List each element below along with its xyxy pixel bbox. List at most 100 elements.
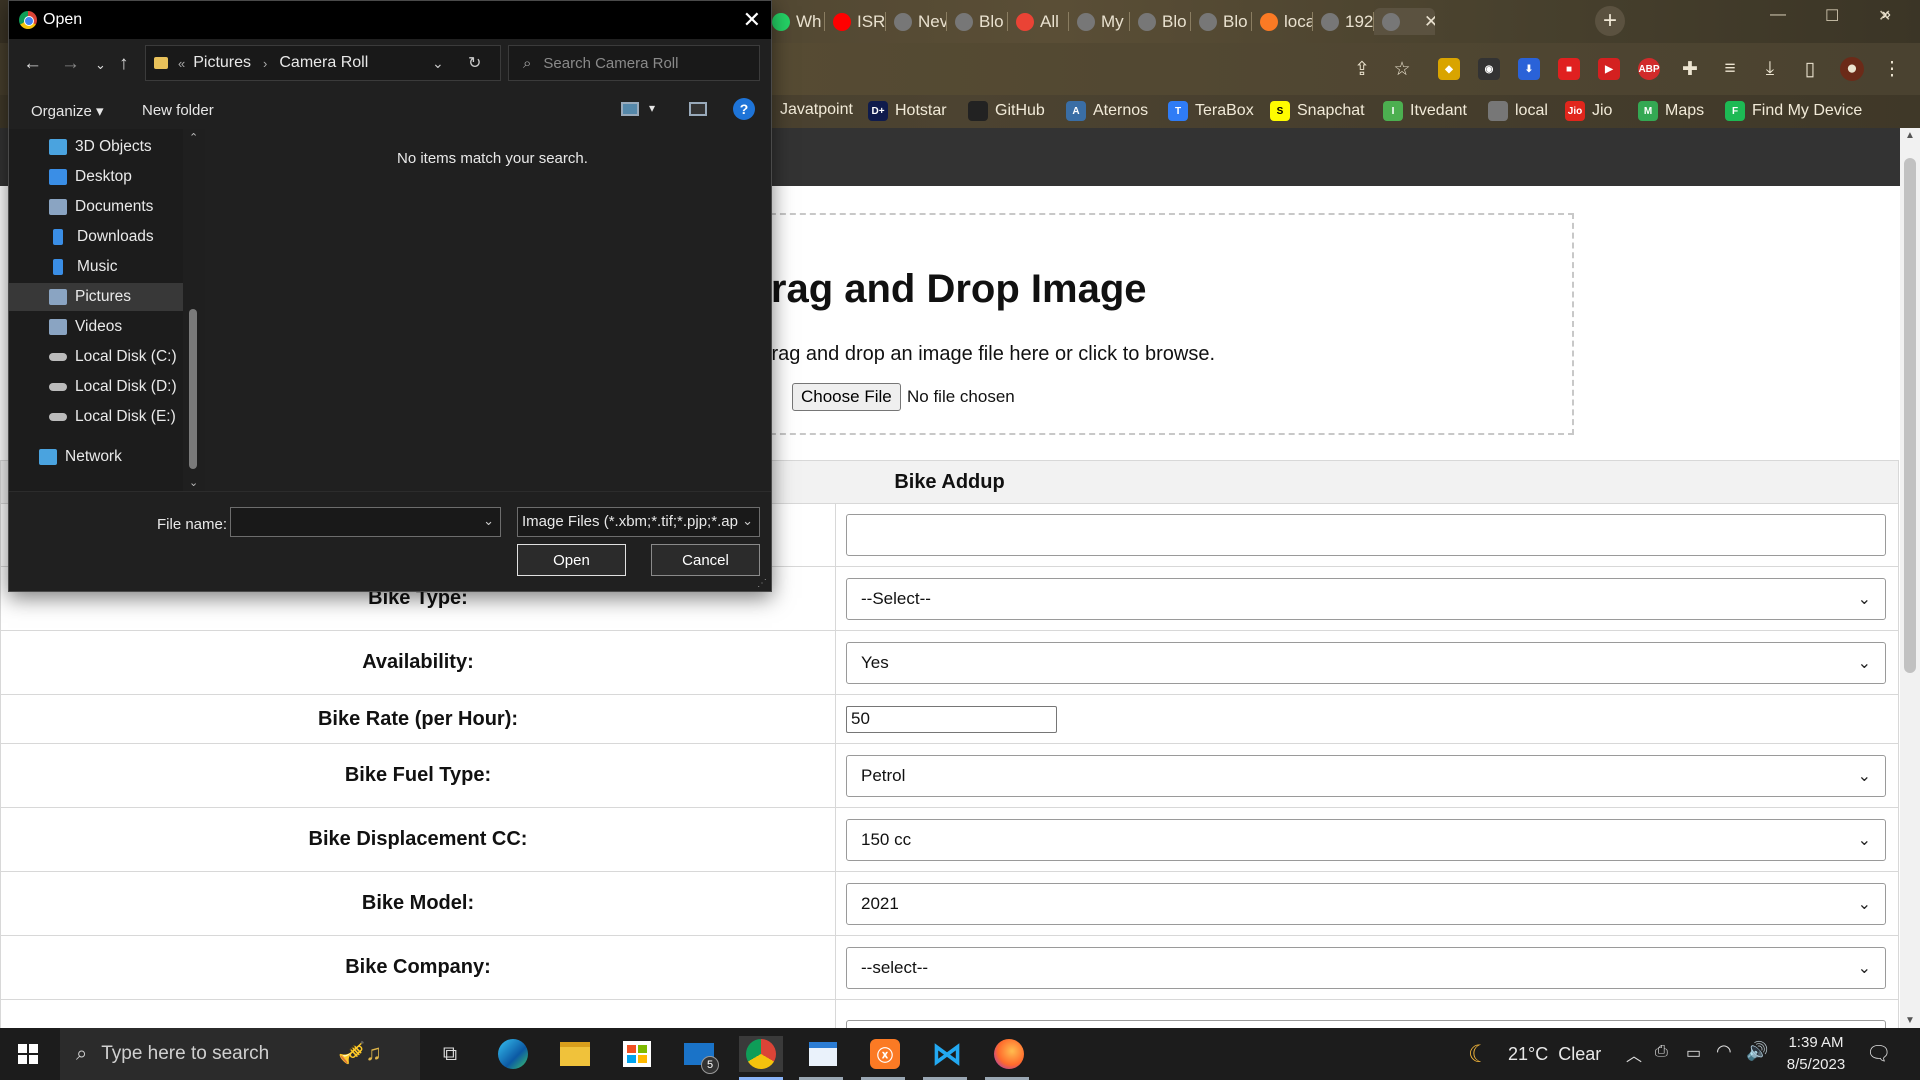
profile-avatar[interactable]: ●	[1840, 57, 1864, 81]
side-panel-icon[interactable]: ▯	[1798, 57, 1822, 81]
organize-menu[interactable]: Organize ▾	[31, 102, 104, 120]
bookmark-star-icon[interactable]: ☆	[1390, 57, 1414, 81]
back-arrow-icon[interactable]: ←	[23, 53, 42, 75]
kebab-menu-icon[interactable]: ⋮	[1880, 57, 1904, 81]
breadcrumb-pictures[interactable]: Pictures	[193, 54, 251, 72]
scrollbar-thumb[interactable]	[1904, 158, 1916, 673]
bookmark-item[interactable]: M Maps	[1638, 101, 1704, 121]
volume-icon[interactable]: 🔊	[1746, 1041, 1768, 1062]
file-explorer-icon[interactable]	[557, 1036, 593, 1072]
bookmark-item[interactable]: GitHub	[968, 101, 1045, 121]
forward-arrow-icon[interactable]: →	[61, 53, 80, 75]
bookmark-item[interactable]: D+ Hotstar	[868, 101, 947, 121]
path-dropdown-chevron-icon[interactable]: ⌄	[432, 55, 444, 72]
edge-icon[interactable]	[495, 1036, 531, 1072]
bike-name-input[interactable]	[846, 514, 1886, 556]
notifications-icon[interactable]: 🗨	[1866, 1041, 1891, 1066]
browser-tab[interactable]: loca	[1252, 8, 1313, 35]
windows-start-icon[interactable]	[18, 1044, 38, 1064]
browser-tab[interactable]: Nev	[886, 8, 947, 35]
nav-item[interactable]: Downloads	[9, 223, 183, 251]
clock-date[interactable]: 8/5/2023	[1776, 1056, 1856, 1073]
help-icon[interactable]: ?	[733, 98, 755, 120]
address-path-bar[interactable]: « Pictures › Camera Roll ⌄ ↻	[145, 45, 501, 81]
bookmark-item[interactable]: Jio Jio	[1565, 101, 1612, 121]
bookmark-item[interactable]: S Snapchat	[1270, 101, 1365, 121]
field-select[interactable]: --Select-- ⌄	[846, 577, 1886, 620]
task-view-icon[interactable]: ⧉	[432, 1036, 468, 1072]
bookmark-item[interactable]: T TeraBox	[1168, 101, 1254, 121]
browser-tab[interactable]: Blo	[1191, 8, 1252, 35]
new-tab-button[interactable]: +	[1595, 6, 1625, 36]
xampp-icon[interactable]: ⓧ	[867, 1036, 903, 1072]
browser-tab[interactable]: All	[1008, 8, 1069, 35]
browser-tab[interactable]: Blo	[947, 8, 1008, 35]
view-options-icon[interactable]	[621, 102, 639, 116]
nav-item[interactable]: Desktop	[9, 163, 183, 191]
nav-item[interactable]: Local Disk (C:)	[9, 343, 183, 371]
dialog-search-box[interactable]: ⌕ Search Camera Roll	[508, 45, 760, 81]
page-scrollbar[interactable]: ▲ ▼	[1900, 128, 1920, 1028]
bookmark-item[interactable]: F Find My Device	[1725, 101, 1862, 121]
extension-icon[interactable]: ■	[1558, 58, 1580, 80]
mail-icon[interactable]: 5	[681, 1036, 719, 1074]
resize-grip-icon[interactable]: ⋰	[757, 578, 767, 589]
browser-tab[interactable]: ✕	[1374, 8, 1435, 35]
nav-item[interactable]: 3D Objects	[9, 133, 183, 161]
recent-locations-chevron-icon[interactable]: ⌄	[95, 57, 106, 73]
browser-tab[interactable]: 192	[1313, 8, 1374, 35]
scrollbar-thumb[interactable]	[189, 309, 197, 469]
field-select[interactable]: --select--⌄	[846, 946, 1886, 989]
image-drop-zone[interactable]: Drag and Drop Image Drag and drop an ima…	[740, 213, 1574, 435]
nav-item[interactable]: Music	[9, 253, 183, 281]
breadcrumb-overflow-icon[interactable]: «	[178, 56, 185, 71]
chrome-taskbar-icon[interactable]	[739, 1036, 783, 1072]
bike-rate-input[interactable]	[846, 705, 1057, 733]
scroll-up-icon[interactable]: ⌃	[189, 131, 198, 144]
file-type-select[interactable]: Image Files (*.xbm;*.tif;*.pjp;*.ap ⌄	[517, 507, 760, 537]
youtube-extension-icon[interactable]: ▶	[1598, 58, 1620, 80]
field-select[interactable]: --select--⌄	[846, 1019, 1886, 1028]
browser-tab[interactable]: Blo	[1130, 8, 1191, 35]
bookmark-item[interactable]: A Aternos	[1066, 101, 1148, 121]
new-folder-button[interactable]: New folder	[142, 102, 214, 119]
extensions-puzzle-icon[interactable]: ✚	[1678, 57, 1702, 81]
browser-tab[interactable]: Wh	[764, 8, 825, 35]
bookmark-item[interactable]: Javatpoint	[780, 101, 853, 119]
chevron-down-icon[interactable]: ⌄	[483, 513, 494, 529]
breadcrumb-camera-roll[interactable]: Camera Roll	[279, 54, 368, 72]
clock-time[interactable]: 1:39 AM	[1776, 1034, 1856, 1051]
vscode-icon[interactable]: ⋈	[929, 1036, 965, 1072]
close-icon[interactable]: ✕	[743, 7, 761, 33]
nav-item[interactable]: Documents	[9, 193, 183, 221]
weather-text[interactable]: 21°C Clear	[1508, 1044, 1601, 1065]
file-name-input[interactable]: ⌄	[230, 507, 501, 537]
taskbar-search-box[interactable]: ⌕ Type here to search 🎺♫	[60, 1028, 420, 1080]
extension-icon[interactable]: ◆	[1438, 58, 1460, 80]
field-select[interactable]: 2021 ⌄	[846, 882, 1886, 925]
firefox-icon[interactable]	[991, 1036, 1027, 1072]
more-bookmarks-icon[interactable]: »	[1882, 6, 1891, 24]
battery-icon[interactable]: ▭	[1686, 1043, 1701, 1063]
view-dropdown-chevron-icon[interactable]: ▾	[649, 101, 655, 115]
nav-item[interactable]: Local Disk (E:)	[9, 403, 183, 431]
refresh-icon[interactable]: ↻	[468, 53, 481, 73]
share-icon[interactable]: ⇪	[1350, 57, 1374, 81]
scroll-up-icon[interactable]: ▲	[1905, 130, 1915, 141]
minimize-icon[interactable]: —	[1770, 6, 1786, 24]
bookmark-item[interactable]: local	[1488, 101, 1548, 121]
browser-tab[interactable]: ISR	[825, 8, 886, 35]
preview-pane-icon[interactable]	[689, 102, 707, 116]
extension-icon[interactable]: ⬇	[1518, 58, 1540, 80]
notepad-icon[interactable]	[805, 1036, 841, 1072]
store-icon[interactable]	[619, 1036, 655, 1072]
reading-list-icon[interactable]: ≡	[1718, 57, 1742, 81]
bookmark-item[interactable]: I Itvedant	[1383, 101, 1467, 121]
field-select[interactable]: 150 cc ⌄	[846, 818, 1886, 861]
nav-item[interactable]: Videos	[9, 313, 183, 341]
close-tab-icon[interactable]: ✕	[1424, 12, 1435, 32]
adblock-icon[interactable]: ABP	[1638, 58, 1660, 80]
nav-item[interactable]: Local Disk (D:)	[9, 373, 183, 401]
up-arrow-icon[interactable]: ↑	[119, 53, 129, 75]
choose-file-button[interactable]: Choose File	[792, 383, 901, 411]
